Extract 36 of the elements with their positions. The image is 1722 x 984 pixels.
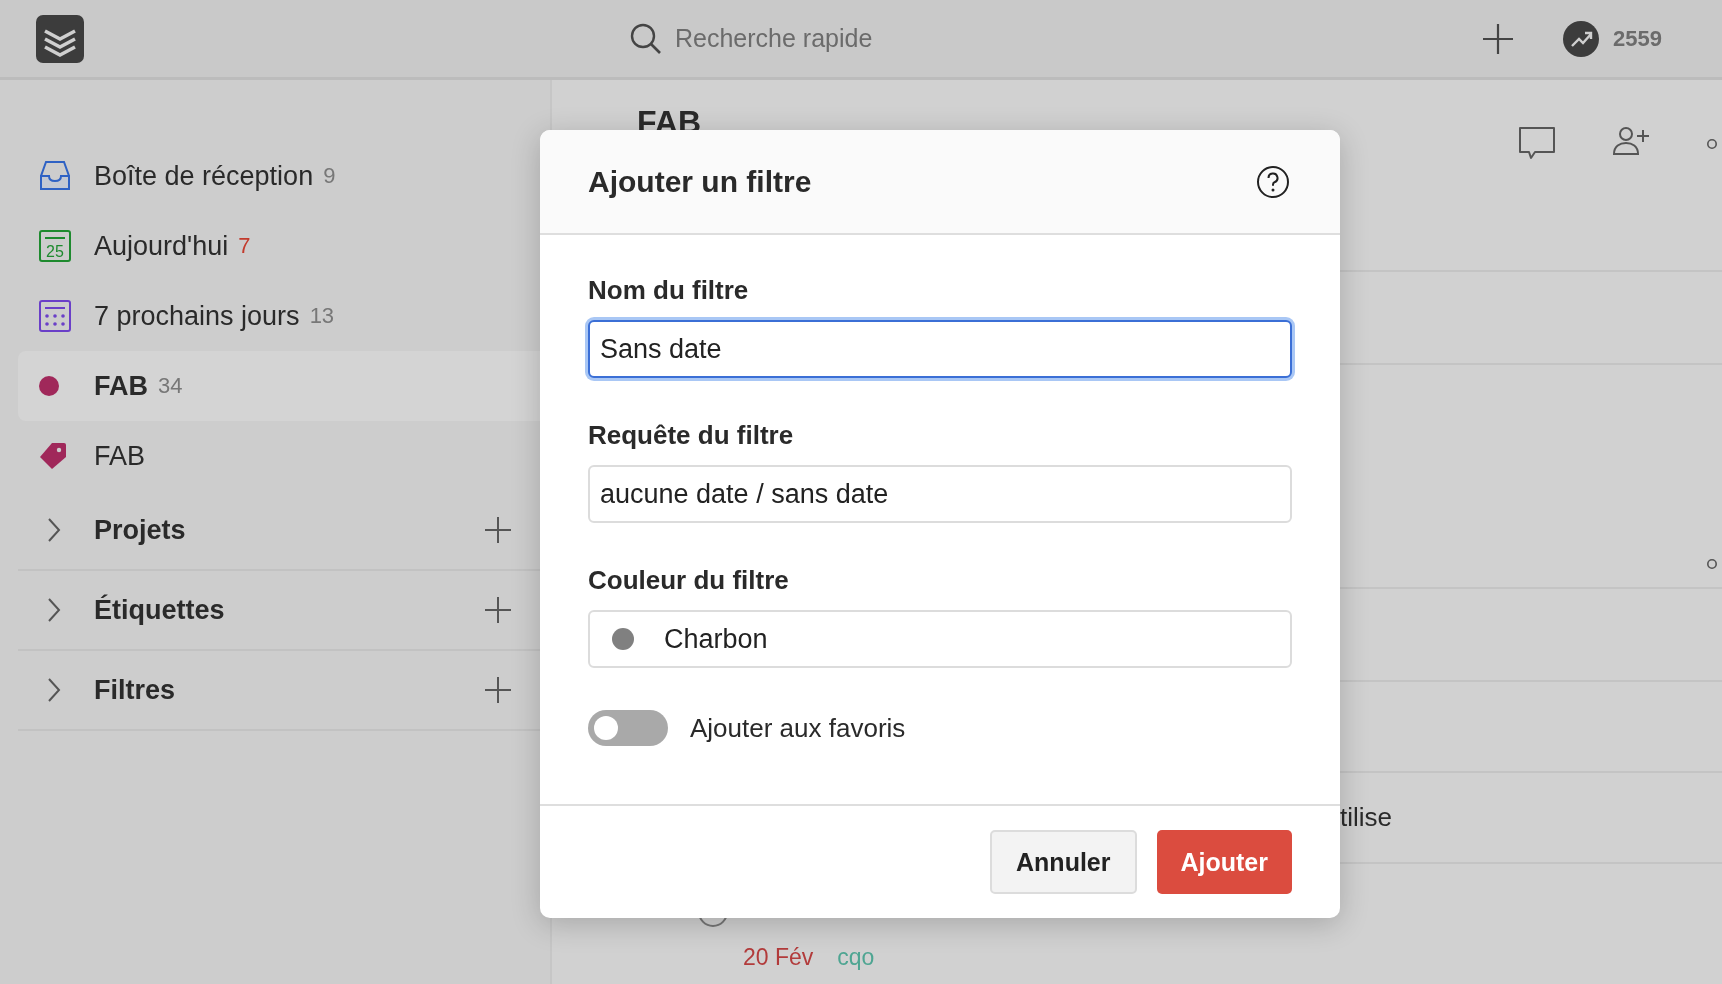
search-icon — [629, 21, 663, 56]
toggle-label: Ajouter aux favoris — [690, 712, 906, 744]
logo-icon[interactable] — [36, 14, 84, 63]
field-label: Nom du filtre — [588, 275, 750, 306]
cancel-button[interactable]: Annuler — [990, 830, 1137, 894]
add-icon[interactable] — [484, 596, 512, 624]
sidebar-item[interactable]: 25 Aujourd'hui 7 — [18, 211, 550, 281]
karma-count: 2559 — [1613, 25, 1662, 52]
input-field[interactable]: Sans date — [588, 320, 1292, 378]
color-select[interactable]: Charbon — [588, 610, 1292, 668]
help-icon[interactable] — [1256, 164, 1290, 199]
more-icon[interactable] — [1706, 558, 1718, 570]
input-field[interactable]: aucune date / sans date — [588, 465, 1292, 523]
chevron-icon — [46, 596, 62, 624]
chevron-icon — [46, 676, 62, 704]
calendar-icon — [38, 299, 72, 333]
dialog-title: Ajouter un filtre — [588, 164, 812, 199]
add-icon[interactable] — [1481, 21, 1516, 56]
add-button[interactable]: Ajouter — [1156, 830, 1292, 894]
comment-icon[interactable] — [1518, 126, 1556, 162]
add-person-icon[interactable] — [1612, 126, 1650, 156]
sidebar-item[interactable]: Boîte de réception 9 — [18, 141, 550, 211]
favorite-toggle[interactable] — [588, 710, 668, 746]
trend-icon[interactable] — [1563, 20, 1600, 57]
field-label: Couleur du filtre — [588, 565, 790, 596]
calendar-icon: 25 — [38, 229, 72, 263]
sidebar-item[interactable]: FAB — [18, 421, 550, 491]
task-text: tilise — [1340, 802, 1392, 833]
add-icon[interactable] — [484, 676, 512, 704]
chevron-icon — [46, 516, 62, 544]
sidebar-item[interactable]: 7 prochains jours 13 — [18, 281, 550, 351]
add-icon[interactable] — [484, 516, 512, 544]
search-field[interactable]: Recherche rapide — [629, 21, 977, 56]
more-icon[interactable] — [1706, 138, 1718, 150]
due-date: 20 Fév — [743, 944, 814, 972]
field-label: Requête du filtre — [588, 420, 795, 451]
